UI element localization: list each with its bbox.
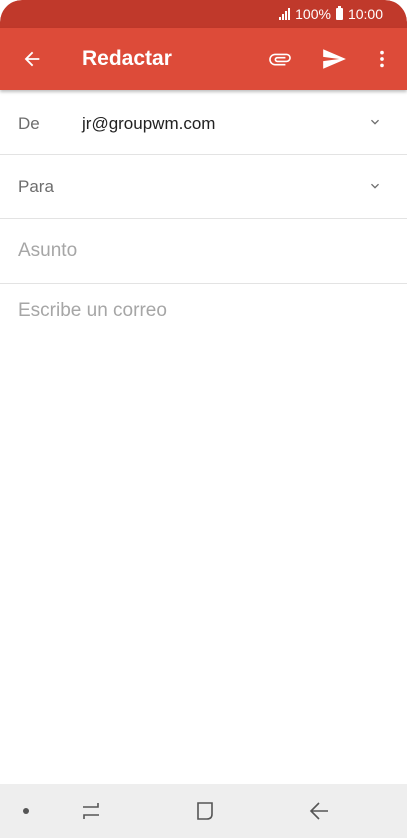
chevron-down-icon xyxy=(371,183,379,189)
battery-icon xyxy=(335,6,343,20)
status-bar: 100% 10:00 xyxy=(0,0,407,28)
arrow-back-icon xyxy=(24,51,40,67)
to-label: Para xyxy=(18,177,54,196)
to-row[interactable]: Para xyxy=(0,155,407,219)
dot-icon xyxy=(23,808,29,814)
from-label: De xyxy=(18,114,40,133)
signal-icon xyxy=(279,8,291,20)
nav-back-button[interactable] xyxy=(294,784,344,838)
home-button[interactable] xyxy=(180,784,230,838)
paperclip-icon xyxy=(269,53,291,66)
chevron-down-icon xyxy=(371,119,379,125)
more-options-button[interactable] xyxy=(360,28,404,90)
battery-percentage: 100% xyxy=(295,6,331,22)
navigation-bar xyxy=(0,784,407,838)
more-vert-icon xyxy=(380,50,384,68)
subject-row xyxy=(0,219,407,284)
body-input[interactable] xyxy=(18,300,388,770)
status-indicators: 100% 10:00 xyxy=(279,6,383,22)
page-title: Redactar xyxy=(82,47,172,70)
attach-button[interactable] xyxy=(258,28,302,90)
nav-back-icon xyxy=(309,802,328,820)
recent-apps-button[interactable] xyxy=(66,784,116,838)
home-icon xyxy=(197,802,213,820)
from-value[interactable]: jr@groupwm.com xyxy=(82,114,215,134)
status-time: 10:00 xyxy=(347,6,383,22)
phone-screen: 100% 10:00 Redactar De jr@groupwm.com Pa… xyxy=(0,0,407,838)
send-button[interactable] xyxy=(312,28,356,90)
to-expand-button[interactable] xyxy=(367,178,383,194)
nav-dot-button[interactable] xyxy=(1,784,51,838)
back-button[interactable] xyxy=(10,28,54,90)
send-icon xyxy=(323,49,346,69)
from-row: De jr@groupwm.com xyxy=(0,90,407,155)
subject-input[interactable] xyxy=(18,240,378,262)
from-expand-button[interactable] xyxy=(367,114,383,130)
recent-apps-icon xyxy=(83,803,99,819)
compose-toolbar: Redactar xyxy=(0,28,407,90)
